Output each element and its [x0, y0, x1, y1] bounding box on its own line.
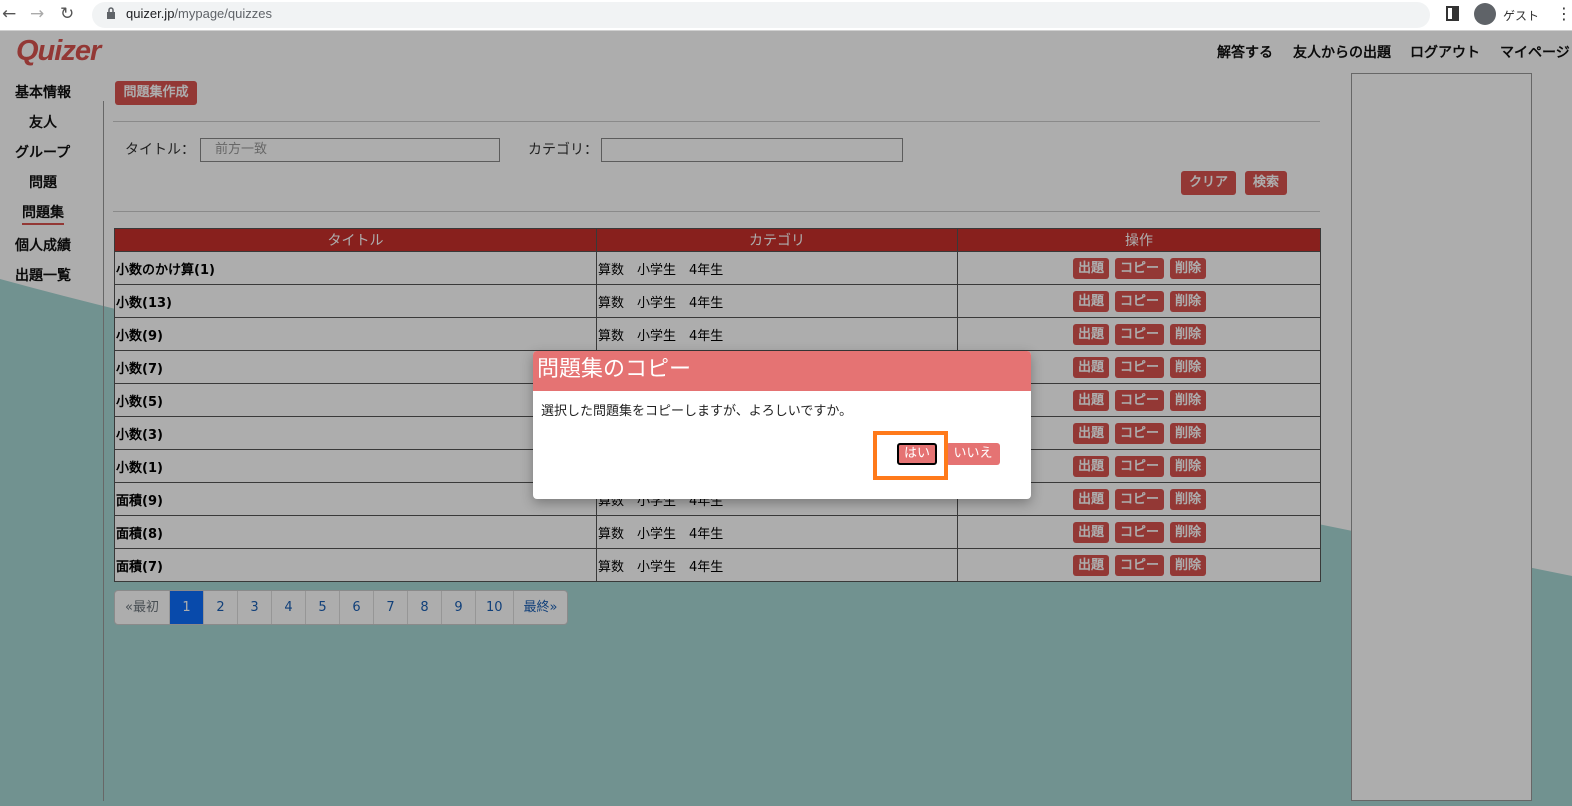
back-arrow-icon[interactable]: ←	[2, 4, 16, 24]
copy-confirm-dialog: 問題集のコピー 選択した問題集をコピーしますが、よろしいですか。 はい いいえ	[533, 351, 1031, 499]
address-bar[interactable]	[92, 2, 1430, 28]
browser-toolbar: ← → ↻ quizer.jp/mypage/quizzes ゲスト ⋮	[0, 0, 1572, 31]
url-domain: quizer.jp	[126, 6, 175, 21]
reload-icon[interactable]: ↻	[60, 4, 74, 24]
dialog-title: 問題集のコピー	[533, 351, 1031, 391]
highlight-box	[873, 431, 948, 480]
url-path: /mypage/quizzes	[174, 6, 272, 21]
profile-avatar-icon[interactable]	[1474, 3, 1496, 25]
forward-arrow-icon[interactable]: →	[30, 4, 44, 24]
dialog-message: 選択した問題集をコピーしますが、よろしいですか。	[541, 404, 853, 419]
menu-kebab-icon[interactable]: ⋮	[1556, 4, 1572, 23]
dialog-no-button[interactable]: いいえ	[946, 443, 1000, 465]
profile-label[interactable]: ゲスト	[1503, 7, 1539, 24]
side-panel-icon[interactable]	[1446, 6, 1459, 21]
url-text: quizer.jp/mypage/quizzes	[126, 6, 272, 21]
lock-icon	[107, 7, 115, 19]
